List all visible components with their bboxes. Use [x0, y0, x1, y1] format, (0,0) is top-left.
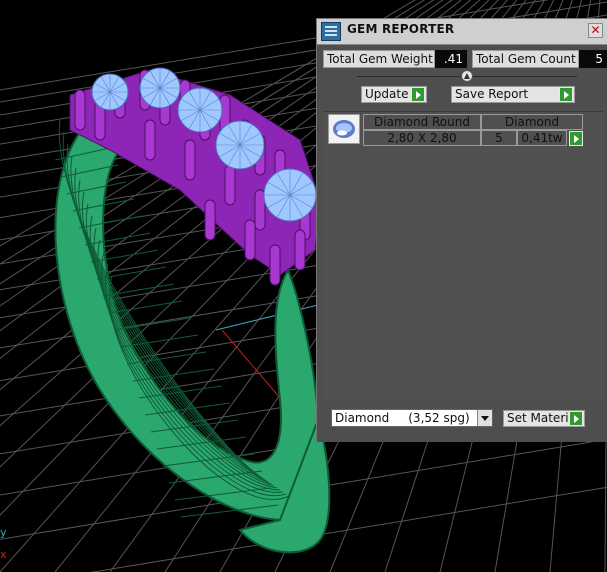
total-gem-weight-label: Total Gem Weight [323, 50, 435, 68]
update-button-label: Update [365, 87, 409, 101]
save-report-button[interactable]: Save Report [451, 86, 575, 103]
gem-reporter-panel: GEM REPORTER ✕ Total Gem Weight .41 Tota… [316, 18, 607, 442]
gem-row-weight: 0,41tw [517, 130, 567, 146]
close-icon[interactable]: ✕ [588, 23, 603, 38]
play-icon [411, 87, 425, 102]
gem-reporter-app-icon [321, 22, 341, 41]
x-axis-label: x [0, 548, 7, 561]
total-gem-count-label: Total Gem Count [472, 50, 579, 68]
play-icon[interactable] [569, 131, 583, 146]
gem-table-header-shape: Diamond Round [363, 114, 481, 130]
update-button[interactable]: Update [361, 86, 427, 103]
gem-list: Diamond Round Diamond 2,80 X 2,80 5 0,41… [323, 111, 603, 402]
panel-title: GEM REPORTER [347, 22, 455, 36]
diamond-thumbnail-icon[interactable] [328, 114, 360, 144]
material-select-value: Diamond (3,52 spg) [335, 411, 470, 425]
panel-titlebar[interactable]: GEM REPORTER ✕ [317, 19, 607, 45]
y-axis-label: y [0, 526, 7, 539]
play-icon [559, 87, 573, 102]
gem-row-size: 2,80 X 2,80 [363, 130, 481, 146]
dropdown-arrow-icon[interactable] [477, 410, 492, 426]
set-material-button[interactable]: Set Material [503, 410, 585, 427]
material-select[interactable]: Diamond (3,52 spg) [331, 409, 493, 427]
total-gem-weight-value: .41 [435, 50, 467, 68]
total-gem-count-value: 5 [579, 50, 607, 68]
play-icon [569, 411, 583, 426]
collapse-knob-icon[interactable]: ▲ [461, 70, 473, 82]
gem-table-header-type: Diamond [481, 114, 583, 130]
gem-row-count: 5 [481, 130, 517, 146]
save-report-button-label: Save Report [455, 87, 529, 101]
